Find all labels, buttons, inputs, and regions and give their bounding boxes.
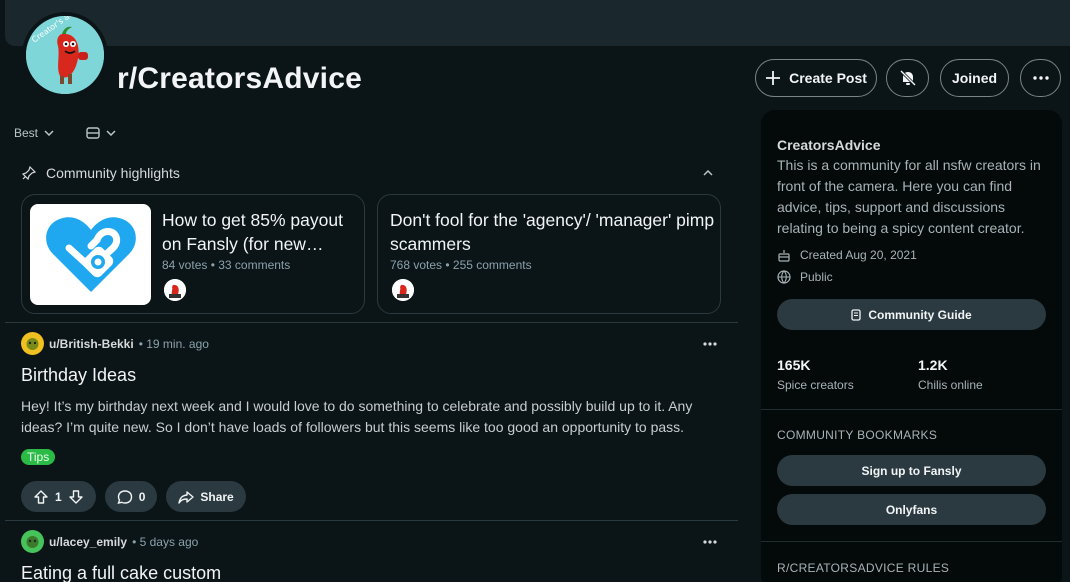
highlight-card[interactable]: Don't fool for the 'agency'/ 'manager' p… [377,194,721,314]
highlight-thumbnail [30,204,151,305]
ellipsis-icon [703,540,717,544]
post-time: • 5 days ago [132,534,199,549]
bookmark-onlyfans-button[interactable]: Onlyfans [777,494,1046,525]
rules-title: R/CREATORSADVICE RULES [777,561,950,575]
highlight-meta: 768 votes • 255 comments [390,258,532,272]
post-flair[interactable]: Tips [21,449,56,465]
sidebar-divider [761,541,1062,542]
pin-icon [22,166,36,180]
highlight-meta: 84 votes • 33 comments [162,258,291,272]
subreddit-banner [5,0,1070,46]
vote-count: 1 [55,489,62,504]
view-layout-icon[interactable] [86,127,100,139]
ellipsis-icon [703,342,717,346]
created-text: Created Aug 20, 2021 [800,248,917,262]
joined-button[interactable]: Joined [940,59,1009,97]
collapse-highlights-button[interactable] [703,165,713,179]
share-label: Share [200,489,234,504]
comments-button[interactable]: 0 [104,481,158,512]
ellipsis-icon [1032,76,1049,80]
highlight-title: How to get 85% payout on Fansly (for new… [162,210,343,254]
vote-control: 1 [21,481,96,512]
user-avatar[interactable] [21,530,44,553]
visibility: Public [777,270,833,284]
members-count: 165K [777,357,811,373]
community-sidebar: CreatorsAdvice This is a community for a… [761,110,1062,582]
post-time: • 19 min. ago [138,336,209,351]
sort-dropdown[interactable]: Best [14,126,38,140]
online-count: 1.2K [918,357,948,373]
comment-icon [117,489,132,504]
bookmarks-title: COMMUNITY BOOKMARKS [777,428,938,442]
post-author[interactable]: u/lacey_emily [49,535,127,549]
comment-count: 0 [138,489,146,504]
share-button[interactable]: Share [166,481,246,512]
subreddit-title: r/CreatorsAdvice [117,62,362,95]
visibility-text: Public [800,270,833,284]
community-name: CreatorsAdvice [777,137,881,153]
post-title[interactable]: Birthday Ideas [21,365,136,386]
globe-icon [777,270,791,284]
create-post-button[interactable]: Create Post [755,59,877,97]
chili-avatar-icon [164,279,186,301]
chili-mascot-icon: Creator's advice [26,16,104,94]
post-options-button[interactable] [703,531,717,549]
bell-off-icon [899,69,916,87]
chili-avatar-icon [392,279,414,301]
community-guide-label: Community Guide [868,307,972,322]
community-highlights-header: Community highlights [22,165,722,181]
community-description: This is a community for all nsfw creator… [777,157,1041,236]
post-actions: 1 0 Share [21,481,246,512]
highlight-title: Don't fool for the 'agency'/ 'manager' p… [390,210,715,254]
highlight-author-avatar [392,279,414,301]
members-label: Spice creators [777,378,854,392]
plus-icon [766,71,781,85]
feed-divider [5,520,738,521]
highlights-title: Community highlights [46,165,180,181]
community-guide-button[interactable]: Community Guide [777,299,1046,330]
chevron-down-icon[interactable] [44,130,54,136]
snoo-avatar-icon [26,338,39,350]
post-title[interactable]: Eating a full cake custom [21,563,221,582]
more-options-button[interactable] [1020,59,1061,97]
feed-divider [5,322,738,323]
feed-controls: Best [14,126,116,140]
create-post-label: Create Post [789,70,867,86]
user-avatar[interactable] [21,332,44,355]
online-label: Chilis online [918,378,983,392]
chevron-up-icon [703,169,713,176]
highlight-author-avatar [164,279,186,301]
share-icon [178,490,195,504]
downvote-icon[interactable] [68,489,84,505]
post-header: u/lacey_emily • 5 days ago [21,530,198,553]
subreddit-avatar[interactable]: Creator's advice [22,12,108,98]
chevron-down-icon[interactable] [106,130,116,136]
post-header: u/British-Bekki • 19 min. ago [21,332,209,355]
post-author[interactable]: u/British-Bekki [49,337,134,351]
cake-icon [778,250,790,262]
bookmark-fansly-button[interactable]: Sign up to Fansly [777,455,1046,486]
snoo-avatar-icon [26,536,39,548]
notifications-button[interactable] [886,59,929,97]
upvote-icon[interactable] [33,489,49,505]
created-date: Created Aug 20, 2021 [777,248,917,262]
post-body: Hey! It’s my birthday next week and I wo… [21,398,693,435]
fansly-logo-icon [45,216,136,292]
sidebar-divider [761,409,1062,410]
post-options-button[interactable] [703,333,717,351]
highlight-card[interactable]: How to get 85% payout on Fansly (for new… [21,194,365,314]
book-icon [851,308,861,321]
